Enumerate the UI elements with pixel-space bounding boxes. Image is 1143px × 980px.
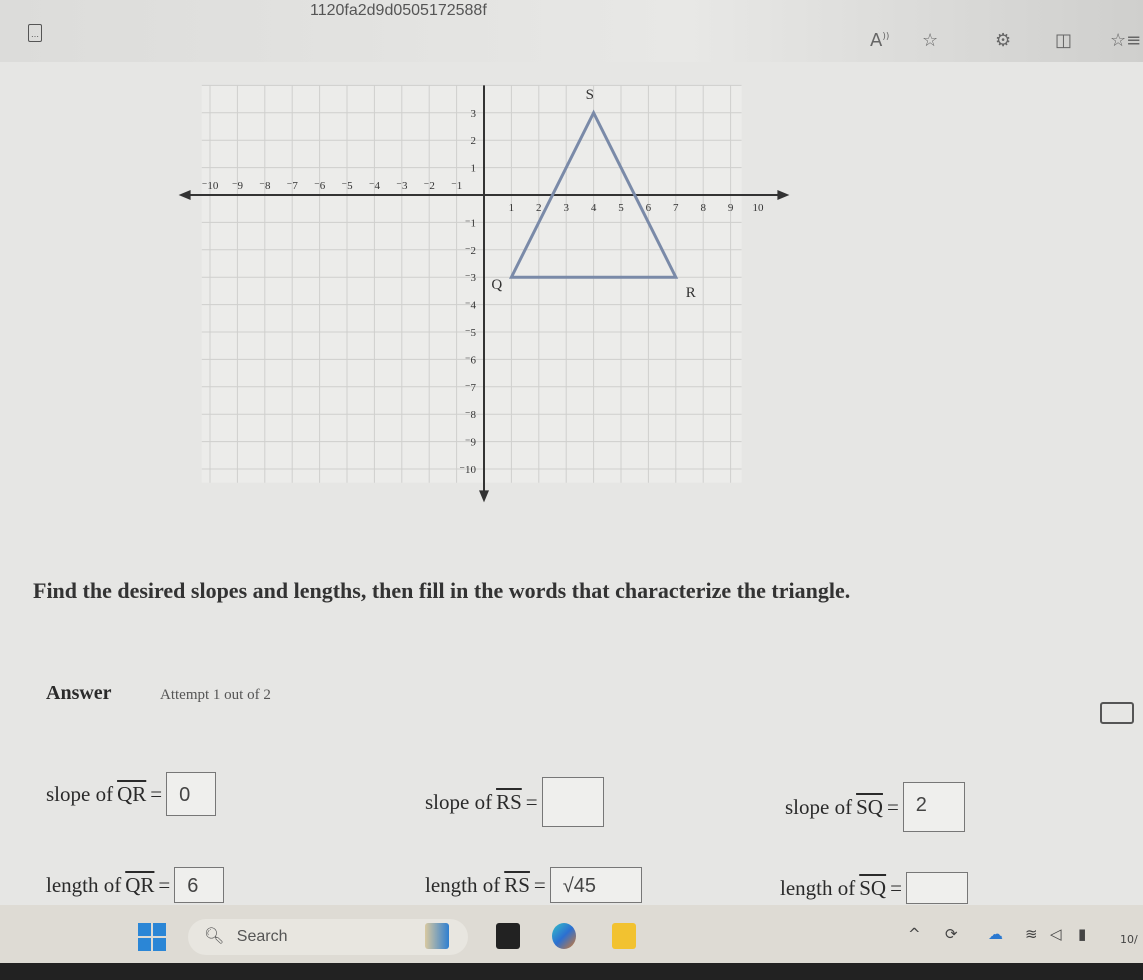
segment-label: SQ <box>859 875 887 900</box>
start-button[interactable] <box>138 923 166 951</box>
file-explorer-icon[interactable] <box>612 923 636 949</box>
point-label-r: R <box>686 285 696 301</box>
x-tick-label: ⁻10 <box>202 180 219 192</box>
length-qr-input[interactable]: 6 <box>174 867 225 903</box>
y-tick-label: ⁻7 <box>465 382 477 394</box>
x-axis-arrow-left <box>178 190 191 200</box>
question-text: Find the desired slopes and lengths, the… <box>33 578 851 603</box>
read-aloud-icon[interactable]: A)) <box>870 30 889 51</box>
screen-bezel <box>0 963 1143 980</box>
app-icon[interactable] <box>496 923 520 949</box>
y-tick-label: 2 <box>471 135 477 147</box>
x-tick-label: ⁻6 <box>314 180 326 192</box>
label: length of <box>780 875 856 900</box>
point-label-s: S <box>586 87 594 103</box>
edge-browser-icon[interactable] <box>552 923 576 949</box>
url-text[interactable]: 1120fa2d9d0505172588f <box>310 2 487 20</box>
segment-label: SQ <box>856 794 883 819</box>
length-sq-input[interactable] <box>905 872 968 904</box>
equals: = <box>150 781 163 806</box>
segment-label: RS <box>504 872 530 897</box>
x-tick-label: ⁻2 <box>424 180 435 192</box>
y-tick-label: 1 <box>471 163 477 175</box>
x-tick-label: 9 <box>728 202 734 214</box>
page-tab-icon[interactable]: … <box>28 24 42 42</box>
x-tick-label: 5 <box>618 202 624 214</box>
split-screen-icon[interactable]: ◫ <box>1055 30 1072 51</box>
y-tick-label: ⁻3 <box>465 272 477 284</box>
point-label-q: Q <box>491 277 502 293</box>
y-tick-label: ⁻9 <box>465 437 477 449</box>
length-rs-input[interactable]: √45 <box>549 867 642 903</box>
length-sq-row: length of SQ = <box>780 872 968 904</box>
onedrive-icon[interactable]: ☁ <box>988 925 1003 943</box>
slope-qr-row: slope of QR = 0 <box>46 772 217 816</box>
app-icon[interactable] <box>425 923 449 949</box>
equals: = <box>525 789 538 814</box>
x-tick-label: 10 <box>753 202 765 214</box>
x-tick-label: 4 <box>591 202 597 214</box>
label: slope of <box>46 781 114 806</box>
label: slope of <box>425 789 493 814</box>
y-tick-label: ⁻4 <box>465 300 477 312</box>
slope-sq-input[interactable]: 2 <box>902 782 965 832</box>
search-placeholder: Search <box>236 928 288 945</box>
x-tick-label: 2 <box>536 202 542 214</box>
label: slope of <box>785 794 853 819</box>
chevron-up-icon[interactable]: ^ <box>908 925 921 943</box>
slope-rs-input[interactable] <box>541 777 604 827</box>
slope-qr-input[interactable]: 0 <box>166 772 217 816</box>
equals: = <box>890 875 902 900</box>
segment-label: QR <box>125 872 155 897</box>
slope-rs-row: slope of RS = <box>425 777 604 827</box>
y-tick-label: ⁻1 <box>465 217 476 229</box>
favorite-star-icon[interactable]: ☆ <box>922 30 938 51</box>
browser-toolbar: 1120fa2d9d0505172588f … A)) ☆ ⚙ ◫ ☆≡ <box>0 0 1143 62</box>
segment-label: RS <box>496 789 522 814</box>
favorites-list-icon[interactable]: ☆≡ <box>1110 30 1141 51</box>
y-tick-label: ⁻8 <box>465 409 477 421</box>
x-tick-label: ⁻5 <box>341 180 353 192</box>
search-icon: 🔍︎ <box>204 928 225 945</box>
sync-icon[interactable]: ⟳ <box>945 925 958 943</box>
wifi-icon[interactable]: ≋ <box>1025 925 1038 943</box>
x-tick-label: 7 <box>673 202 679 214</box>
page-content: ⁻10 ⁻9 ⁻8 ⁻7 ⁻6 ⁻5 ⁻4 ⁻3 ⁻2 ⁻1 1 2 3 4 5 6 7 8 9 10 3 2 1 ⁻1 ⁻2 ⁻… <box>0 62 1143 905</box>
x-tick-label: ⁻3 <box>396 180 408 192</box>
length-rs-row: length of RS = √45 <box>425 867 642 903</box>
keypad-icon[interactable] <box>1100 702 1134 724</box>
x-tick-label: 8 <box>700 202 706 214</box>
coordinate-graph: ⁻10 ⁻9 ⁻8 ⁻7 ⁻6 ⁻5 ⁻4 ⁻3 ⁻2 ⁻1 1 2 3 4 5 6 7 8 9 10 3 2 1 ⁻1 ⁻2 ⁻… <box>178 84 790 503</box>
taskbar: 🔍︎ Search ^ ⟳ ☁ ≋ ◁ ▮ 10/ <box>0 905 1143 963</box>
x-tick-label: ⁻4 <box>369 180 381 192</box>
segment-label: QR <box>117 781 147 806</box>
label: length of <box>46 872 122 897</box>
equals: = <box>158 872 171 897</box>
x-tick-label: ⁻7 <box>287 180 299 192</box>
slope-sq-row: slope of SQ = 2 <box>785 782 965 832</box>
equals: = <box>533 872 546 897</box>
y-tick-label: ⁻10 <box>459 464 476 476</box>
battery-icon[interactable]: ▮ <box>1078 925 1086 943</box>
x-tick-label: 6 <box>646 202 652 214</box>
x-tick-label: ⁻9 <box>232 180 244 192</box>
x-axis-arrow-right <box>777 190 790 200</box>
x-tick-label: ⁻8 <box>259 180 271 192</box>
length-qr-row: length of QR = 6 <box>46 867 225 903</box>
y-tick-label: ⁻2 <box>465 245 476 257</box>
x-tick-label: 3 <box>563 202 569 214</box>
clock[interactable]: 10/ <box>1120 933 1138 946</box>
x-tick-label: 1 <box>509 202 515 214</box>
y-tick-label: ⁻5 <box>465 327 477 339</box>
answer-heading: Answer <box>46 682 112 704</box>
x-tick-label: ⁻1 <box>451 180 462 192</box>
y-tick-label: ⁻6 <box>465 354 477 366</box>
extensions-icon[interactable]: ⚙ <box>995 30 1011 51</box>
label: length of <box>425 872 501 897</box>
y-tick-label: 3 <box>471 108 477 120</box>
attempt-counter: Attempt 1 out of 2 <box>160 687 271 703</box>
y-axis-arrow-down <box>479 490 489 503</box>
volume-icon[interactable]: ◁ <box>1050 925 1062 943</box>
equals: = <box>886 794 899 819</box>
